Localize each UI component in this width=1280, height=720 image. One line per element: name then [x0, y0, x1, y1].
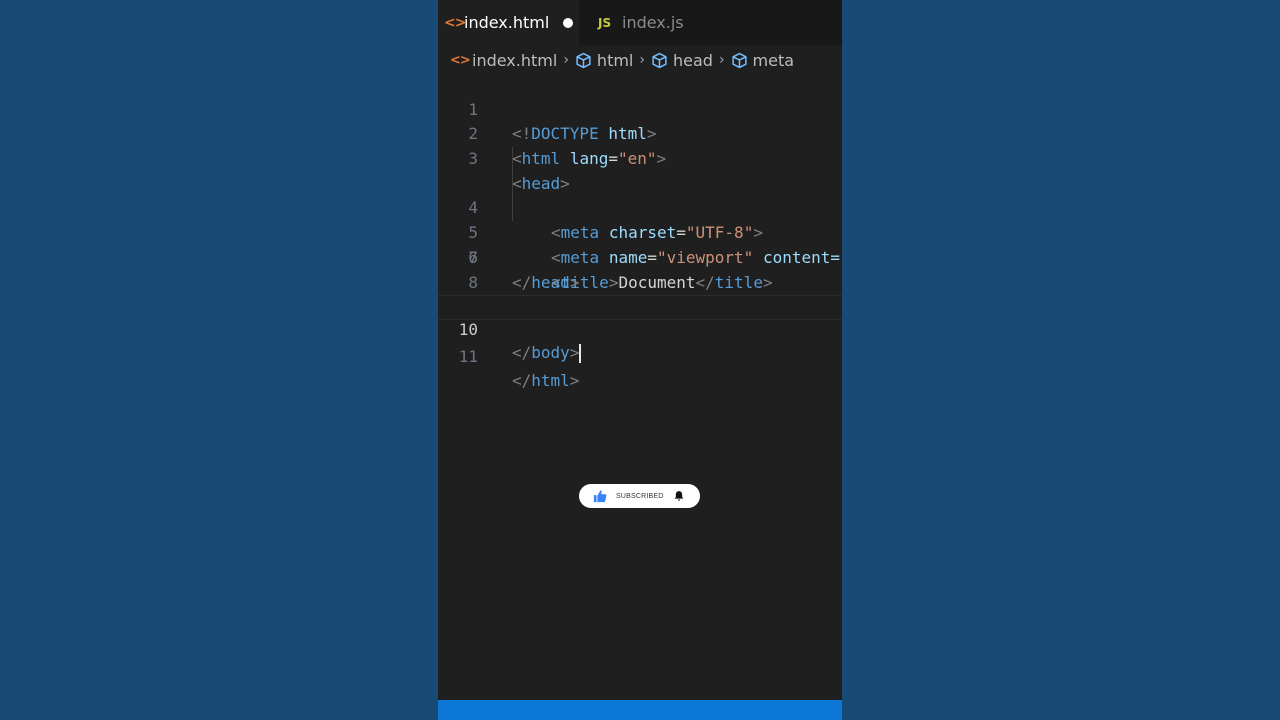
- unsaved-dot-icon[interactable]: [563, 17, 574, 28]
- breadcrumb: <> index.html › html › head › meta: [438, 47, 842, 73]
- code-area[interactable]: 1 <!DOCTYPE html> 2 <html lang="en"> 3 <…: [438, 73, 842, 391]
- chevron-right-icon: ›: [563, 52, 569, 68]
- tab-label: index.js: [622, 13, 684, 32]
- bell-icon: [674, 491, 683, 501]
- line-text: </html>: [512, 369, 579, 394]
- html-file-icon: <>: [444, 14, 466, 31]
- tab-index-html[interactable]: <> index.html: [438, 0, 579, 45]
- code-line: 7 </head>: [438, 221, 842, 292]
- code-line: 9: [438, 271, 842, 316]
- code-line: 4 <meta charset="UTF-8">: [438, 147, 842, 242]
- cube-symbol-icon: [576, 52, 591, 68]
- token: </: [512, 342, 532, 362]
- indent-guide: [512, 196, 513, 222]
- background-left: [0, 0, 438, 720]
- line-number: 11: [458, 346, 478, 366]
- html-file-icon: <>: [450, 52, 471, 68]
- code-line: 11 </html>: [438, 320, 842, 391]
- code-line: 6 <title>Document</title>: [438, 196, 842, 292]
- code-line: 3 <head>: [438, 122, 842, 193]
- token: >: [569, 371, 580, 391]
- js-file-icon: JS: [598, 15, 612, 30]
- tab-label: index.html: [464, 13, 550, 32]
- token: html: [531, 371, 570, 391]
- tab-bar: <> index.html JS index.js: [438, 0, 842, 45]
- chevron-right-icon: ›: [718, 52, 725, 68]
- token: >: [569, 342, 580, 362]
- indent-guide: [512, 171, 513, 197]
- breadcrumb-item-head[interactable]: head: [673, 51, 713, 70]
- breadcrumb-item-meta[interactable]: meta: [753, 51, 795, 70]
- cube-symbol-icon: [731, 52, 747, 68]
- breadcrumb-item-html[interactable]: html: [597, 51, 633, 70]
- text-cursor: [579, 343, 582, 363]
- subscribed-label: SUBSCRIBED: [616, 492, 664, 500]
- chevron-right-icon: ›: [639, 52, 645, 68]
- breadcrumb-file[interactable]: index.html: [472, 51, 557, 70]
- code-editor: <> index.html JS index.js <> index.html …: [438, 0, 842, 720]
- token: </: [512, 371, 532, 391]
- code-line: 2 <html lang="en">: [438, 98, 842, 168]
- token: body: [531, 342, 570, 362]
- code-line: 5 <meta name="viewport" content=: [438, 171, 842, 267]
- line-text: </body>: [512, 342, 582, 365]
- code-line-current: 10 </body>: [438, 295, 842, 363]
- indent-guide: [512, 147, 513, 172]
- code-line: 1 <!DOCTYPE html>: [438, 73, 842, 144]
- background-right: [842, 0, 1280, 720]
- thumbs-up-icon: [593, 490, 607, 503]
- tab-index-js[interactable]: JS index.js: [579, 0, 734, 45]
- subscribed-badge[interactable]: SUBSCRIBED: [579, 484, 700, 508]
- code-line: 8 <body>: [438, 246, 842, 317]
- cube-symbol-icon: [652, 52, 667, 68]
- status-bar: [438, 700, 842, 720]
